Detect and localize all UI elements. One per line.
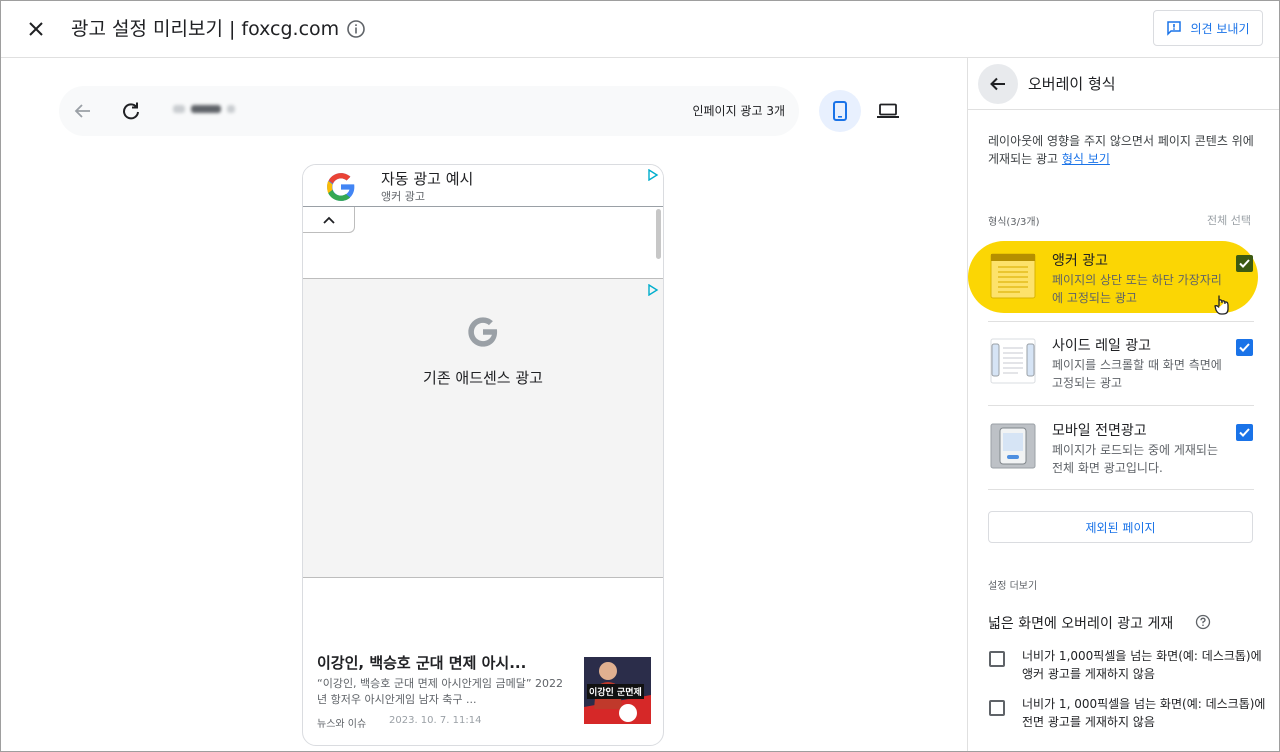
settings-panel: 오버레이 형식 레이아웃에 영향을 주지 않으면서 페이지 콘텐츠 위에 게재되… xyxy=(967,58,1279,751)
arrow-back-icon xyxy=(990,77,1005,91)
smartphone-icon xyxy=(833,101,847,121)
blurred-url xyxy=(169,100,239,120)
wide-screen-title: 넓은 화면에 오버레이 광고 게재 xyxy=(988,616,1174,632)
hand-cursor-icon xyxy=(1214,295,1229,315)
format-description: 페이지의 상단 또는 하단 가장자리에 고정되는 광고 xyxy=(1052,273,1222,305)
description-text: 레이아웃에 영향을 주지 않으면서 페이지 콘텐츠 위에 게재되는 광고 xyxy=(988,134,1254,166)
format-title: 모바일 전면광고 xyxy=(1052,423,1147,439)
check-icon xyxy=(1239,428,1250,437)
thumbnail-caption: 이강인 군면제 xyxy=(587,684,644,699)
format-count-label: 형식(3/3개) xyxy=(988,217,1040,228)
preview-area: 인페이지 광고 3개 자동 광고 예시 앵커 광고 기존 애드센스 광고 이강인… xyxy=(1,58,967,751)
google-logo-icon xyxy=(468,317,499,347)
format-anchor-ad[interactable]: 앵커 광고 페이지의 상단 또는 하단 가장자리에 고정되는 광고 xyxy=(968,241,1279,325)
inpage-ad-count: 인페이지 광고 3개 xyxy=(692,104,785,118)
article-card[interactable]: 이강인, 백승호 군대 면제 아시... “이강인, 백승호 군대 면제 아시안… xyxy=(303,652,663,742)
google-logo-icon xyxy=(327,173,356,201)
anchor-ad-example[interactable]: 자동 광고 예시 앵커 광고 xyxy=(303,165,663,207)
panel-header: 오버레이 형식 xyxy=(968,58,1279,110)
close-button[interactable] xyxy=(21,14,51,44)
format-side-rail-ad[interactable]: 사이드 레일 광고 페이지를 스크롤할 때 화면 측면에 고정되는 광고 xyxy=(968,326,1279,410)
top-bar: 광고 설정 미리보기 | foxcg.com 의견 보내기 xyxy=(1,1,1279,58)
divider xyxy=(988,405,1254,406)
close-icon xyxy=(29,22,43,36)
desktop-anchor-option-checkbox[interactable] xyxy=(989,651,1005,667)
vignette-ad-icon xyxy=(990,423,1036,469)
article-description: “이강인, 백승호 군대 면제 아시안게임 금메달” 2022년 항저우 아시안… xyxy=(317,677,564,706)
adsense-label: 기존 애드센스 광고 xyxy=(423,369,543,387)
format-mobile-vignette-ad[interactable]: 모바일 전면광고 페이지가 로드되는 중에 게재되는 전체 화면 광고입니다. xyxy=(968,411,1279,495)
select-all-button[interactable]: 전체 선택 xyxy=(1207,212,1251,228)
format-checkbox[interactable] xyxy=(1236,424,1253,441)
anchor-ad-subtitle: 앵커 광고 xyxy=(381,190,425,203)
desktop-anchor-option-label: 너비가 1,000픽셀을 넘는 화면(예: 데스크톱)에 앵커 광고를 게재하지… xyxy=(1022,649,1262,681)
format-checkbox[interactable] xyxy=(1236,339,1253,356)
article-date: 2023. 10. 7. 11:14 xyxy=(389,715,482,726)
article-title: 이강인, 백승호 군대 면제 아시... xyxy=(317,654,527,672)
desktop-vignette-option-checkbox[interactable] xyxy=(989,700,1005,716)
chevron-up-icon xyxy=(322,216,335,224)
format-description: 페이지가 로드되는 중에 게재되는 전체 화면 광고입니다. xyxy=(1052,443,1219,475)
laptop-icon xyxy=(877,103,899,118)
anchor-ad-icon xyxy=(990,253,1036,299)
help-icon[interactable] xyxy=(1195,614,1211,630)
preview-url-bar: 인페이지 광고 3개 xyxy=(59,86,799,136)
view-formats-link[interactable]: 형식 보기 xyxy=(1062,152,1110,166)
format-title: 사이드 레일 광고 xyxy=(1052,338,1152,354)
desktop-vignette-option-label: 너비가 1, 000픽셀을 넘는 화면(예: 데스크톱)에 전면 광고를 게재하… xyxy=(1022,697,1266,729)
desktop-view-button[interactable] xyxy=(867,90,909,132)
info-icon[interactable] xyxy=(346,19,366,39)
page-title: 광고 설정 미리보기 | foxcg.com xyxy=(71,18,340,40)
excluded-pages-button[interactable]: 제외된 페이지 xyxy=(988,511,1253,543)
article-thumbnail: 이강인 군면제 xyxy=(584,657,651,724)
feedback-button[interactable]: 의견 보내기 xyxy=(1153,10,1263,46)
format-checkbox[interactable] xyxy=(1236,255,1253,272)
feedback-icon xyxy=(1167,21,1182,36)
scrollbar-thumb[interactable] xyxy=(656,209,661,259)
article-source: 뉴스와 이슈 xyxy=(317,719,367,730)
divider xyxy=(988,321,1254,322)
reload-icon[interactable] xyxy=(119,99,143,123)
app-frame: 광고 설정 미리보기 | foxcg.com 의견 보내기 인페이지 광고 3개… xyxy=(0,0,1280,752)
arrow-back-icon[interactable] xyxy=(71,99,95,123)
check-icon xyxy=(1239,343,1250,352)
feedback-label: 의견 보내기 xyxy=(1190,21,1250,36)
format-description: 페이지를 스크롤할 때 화면 측면에 고정되는 광고 xyxy=(1052,358,1222,390)
check-icon xyxy=(1239,259,1250,268)
panel-description: 레이아웃에 영향을 주지 않으면서 페이지 콘텐츠 위에 게재되는 광고 형식 … xyxy=(988,132,1268,168)
anchor-ad-title: 자동 광고 예시 xyxy=(381,170,474,188)
adchoices-icon[interactable] xyxy=(647,284,659,296)
more-settings-label: 설정 더보기 xyxy=(988,581,1038,592)
mobile-preview-frame: 자동 광고 예시 앵커 광고 기존 애드센스 광고 이강인, 백승호 군대 면제… xyxy=(302,164,664,746)
back-button[interactable] xyxy=(978,64,1018,104)
side-rail-ad-icon xyxy=(990,338,1036,384)
panel-title: 오버레이 형식 xyxy=(1028,75,1116,93)
collapse-anchor-button[interactable] xyxy=(303,207,355,233)
divider xyxy=(988,489,1254,490)
adsense-ad-placeholder: 기존 애드센스 광고 xyxy=(303,278,663,578)
mobile-view-button[interactable] xyxy=(819,90,861,132)
adchoices-icon[interactable] xyxy=(647,169,659,181)
format-title: 앵커 광고 xyxy=(1052,253,1108,269)
